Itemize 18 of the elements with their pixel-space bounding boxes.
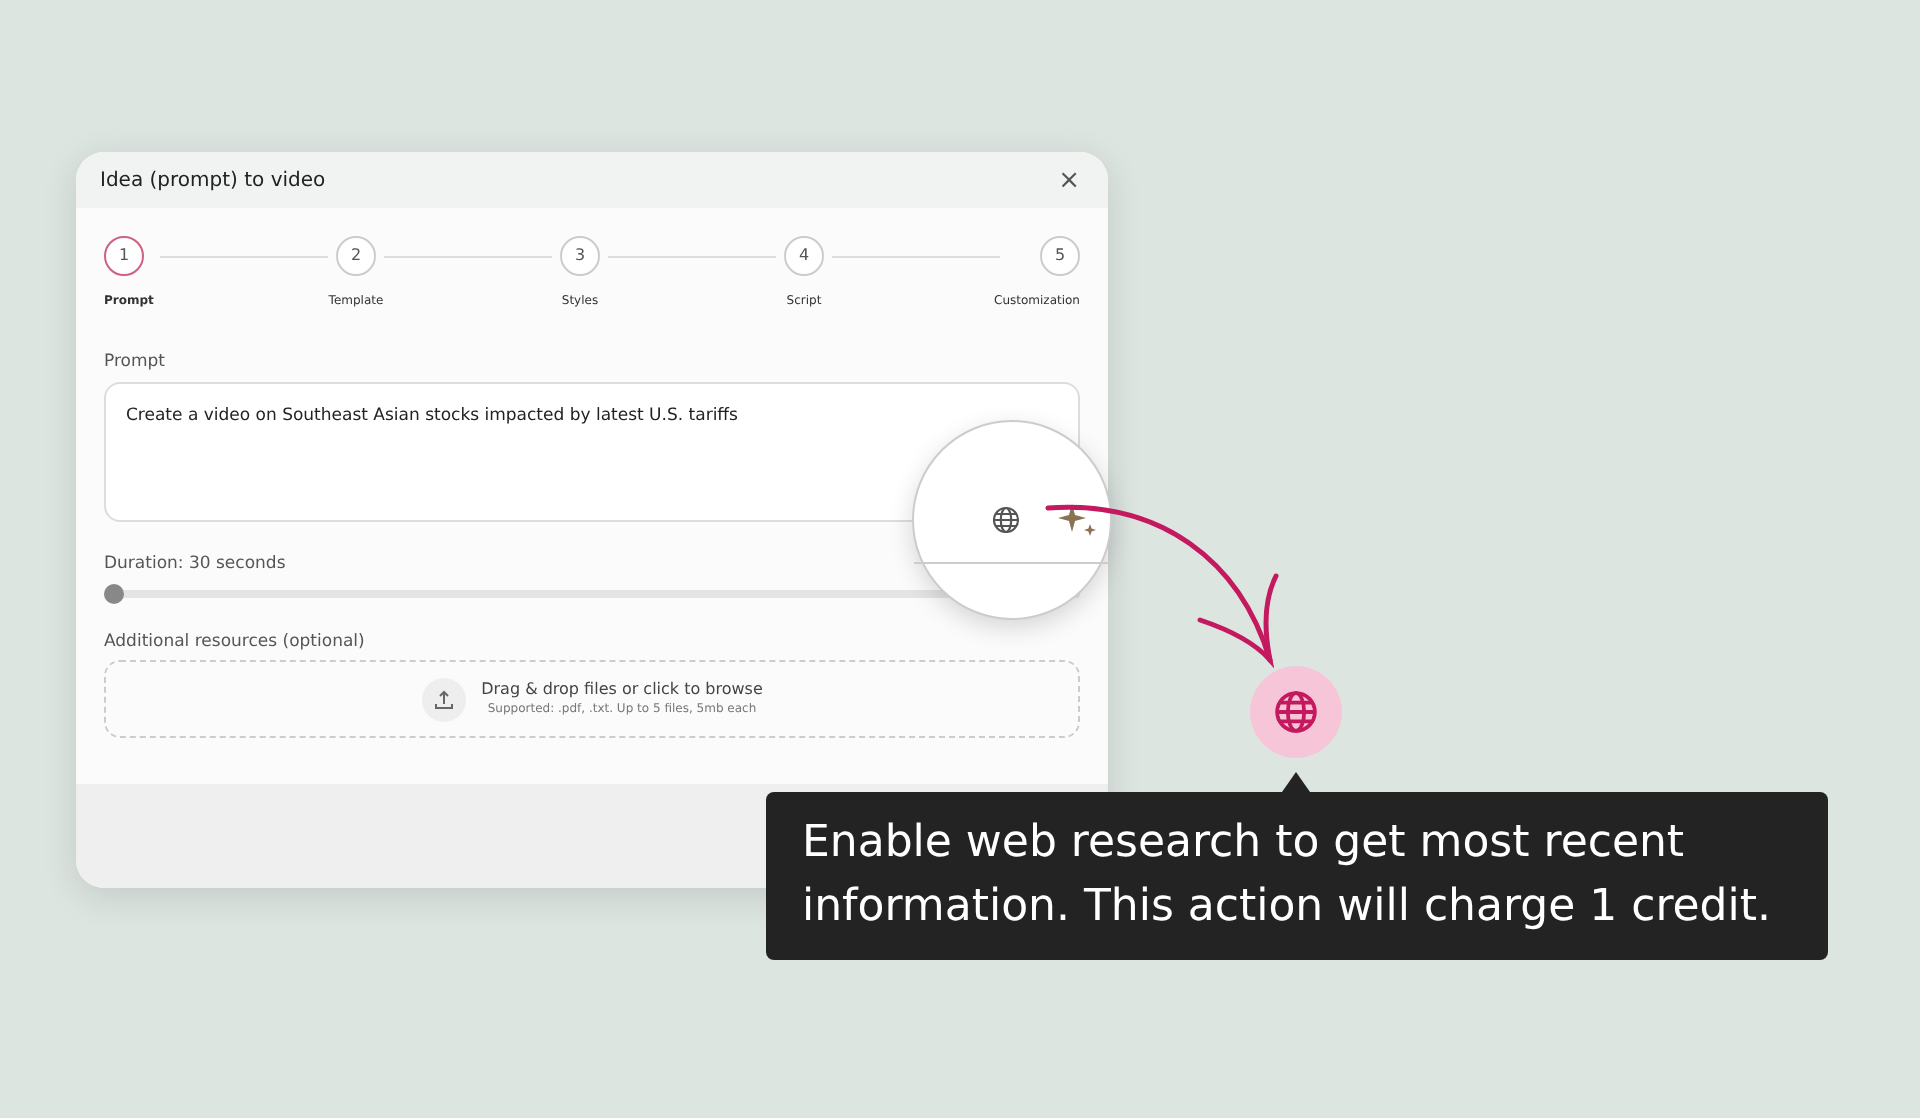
- slider-thumb[interactable]: [104, 583, 124, 603]
- web-research-button[interactable]: [1250, 666, 1342, 758]
- tooltip-text: Enable web research to get most recent information. This action will charge 1 credit.: [766, 792, 1828, 960]
- field-label: Prompt: [104, 350, 167, 376]
- upload-icon: [421, 677, 466, 722]
- globe-icon[interactable]: [992, 506, 1020, 534]
- drop-zone-title: Drag & drop files or click to browse: [481, 680, 763, 701]
- step-circle[interactable]: 1: [104, 236, 144, 276]
- step-circle[interactable]: 2: [336, 236, 376, 276]
- step-circle[interactable]: 4: [784, 236, 824, 276]
- tooltip-pointer: [1282, 772, 1310, 792]
- globe-icon: [1274, 690, 1318, 734]
- field-label: Duration: 30 seconds: [104, 551, 288, 577]
- field-label: Additional resources (optional): [104, 629, 367, 655]
- close-button[interactable]: ×: [1058, 167, 1080, 193]
- step-circle[interactable]: 5: [1040, 236, 1080, 276]
- dialog-title: Idea (prompt) to video: [100, 167, 326, 195]
- step-circle[interactable]: 3: [560, 236, 600, 276]
